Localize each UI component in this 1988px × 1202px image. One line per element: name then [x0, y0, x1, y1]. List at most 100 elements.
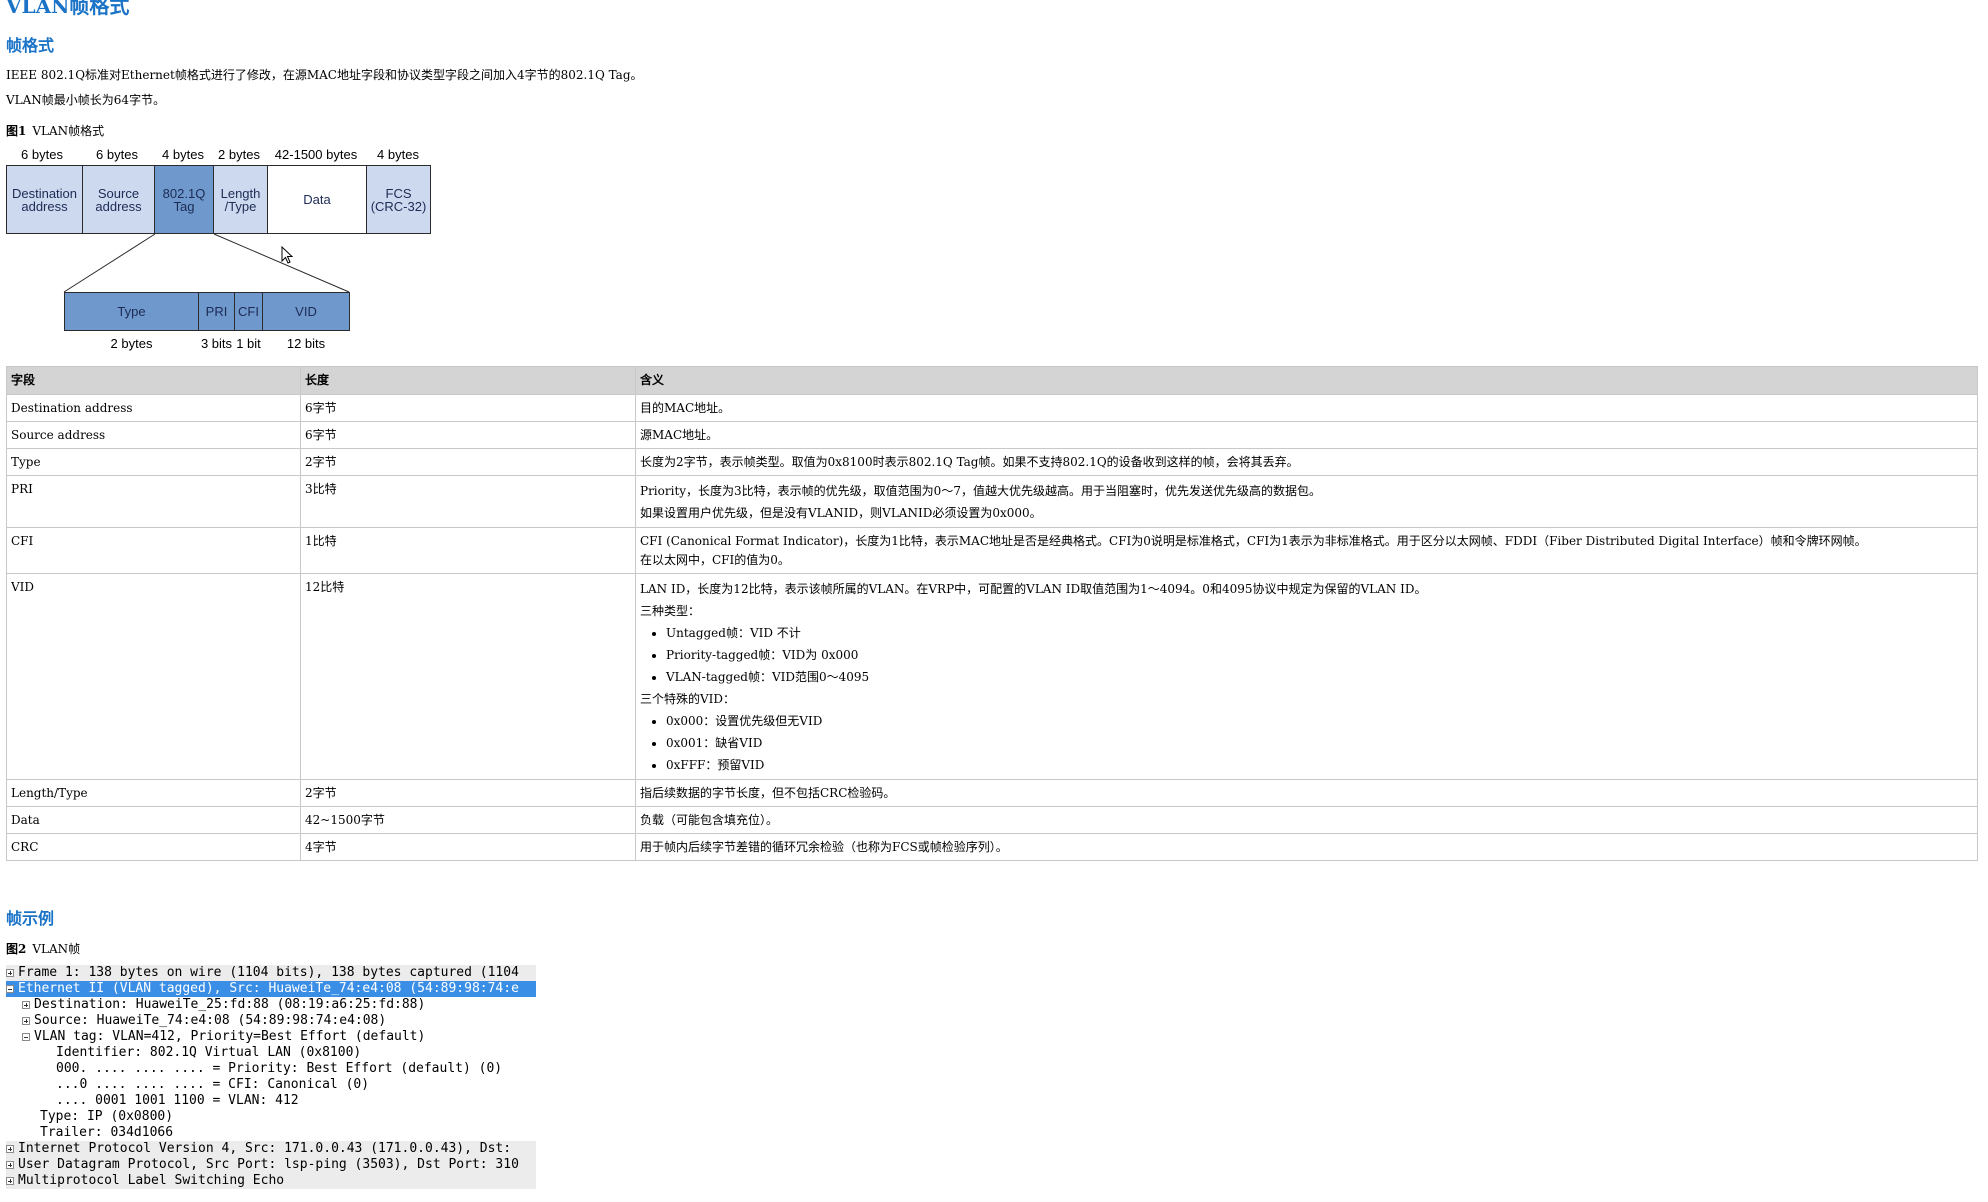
- tree-row-source[interactable]: Source: HuaweiTe_74:e4:08 (54:89:98:74:e…: [6, 1013, 536, 1029]
- figure-2-title: VLAN帧: [32, 942, 81, 956]
- tree-row-identifier[interactable]: Identifier: 802.1Q Virtual LAN (0x8100): [6, 1045, 536, 1061]
- cell-meaning: 指后续数据的字节长度，但不包括CRC检验码。: [635, 779, 1978, 807]
- cell-field: Data: [6, 806, 301, 834]
- tree-row-text: Destination: HuaweiTe_25:fd:88 (08:19:a6…: [34, 997, 426, 1012]
- table-row: Length/Type 2字节 指后续数据的字节长度，但不包括CRC检验码。: [6, 779, 1978, 807]
- cell-text: 指后续数据的字节长度，但不包括CRC检验码。: [640, 786, 896, 800]
- list-item: 0x001：缺省VID: [666, 732, 1972, 754]
- tree-row-ipv4[interactable]: Internet Protocol Version 4, Src: 171.0.…: [6, 1141, 536, 1157]
- table-row: Data 42~1500字节 负载（可能包含填充位）。: [6, 806, 1978, 834]
- tree-row-text: Source: HuaweiTe_74:e4:08 (54:89:98:74:e…: [34, 1013, 387, 1028]
- vid-types-list: Untagged帧：VID 不计 Priority-tagged帧：VID为 0…: [640, 622, 1972, 688]
- tree-row-text: VLAN tag: VLAN=412, Priority=Best Effort…: [34, 1029, 426, 1044]
- cell-meaning: CFI (Canonical Format Indicator)，长度为1比特，…: [635, 527, 1978, 574]
- tree-row-text: Internet Protocol Version 4, Src: 171.0.…: [18, 1141, 519, 1156]
- list-item: VLAN-tagged帧：VID范围0～4095: [666, 666, 1972, 688]
- figure-1-number: 图1: [6, 124, 27, 138]
- page-title: VLAN帧格式: [6, 0, 130, 18]
- intro-paragraph-1: IEEE 802.1Q标准对Ethernet帧格式进行了修改，在源MAC地址字段…: [6, 68, 643, 82]
- cell-text: CFI (Canonical Format Indicator)，长度为1比特，…: [640, 534, 1867, 548]
- cell-length: 2字节: [300, 448, 636, 476]
- cell-meaning: 长度为2字节，表示帧类型。取值为0x8100时表示802.1Q Tag帧。如果不…: [635, 448, 1978, 476]
- table-row: VID 12比特 LAN ID，长度为12比特，表示该帧所属的VLAN。在VRP…: [6, 573, 1978, 780]
- list-item: Untagged帧：VID 不计: [666, 622, 1972, 644]
- expand-plus-icon[interactable]: [6, 1176, 14, 1185]
- cell-field: CRC: [6, 833, 301, 861]
- vid-types-label: 三种类型：: [640, 604, 701, 618]
- tree-row-priority[interactable]: 000. .... .... .... = Priority: Best Eff…: [6, 1061, 536, 1077]
- table-row: Type 2字节 长度为2字节，表示帧类型。取值为0x8100时表示802.1Q…: [6, 448, 1978, 476]
- cell-field: Length/Type: [6, 779, 301, 807]
- table-row: Source address 6字节 源MAC地址。: [6, 421, 1978, 449]
- cell-text: LAN ID，长度为12比特，表示该帧所属的VLAN。在VRP中，可配置的VLA…: [640, 582, 1427, 596]
- cell-field: CFI: [6, 527, 301, 574]
- list-item: Priority-tagged帧：VID为 0x000: [666, 644, 1972, 666]
- cell-meaning: 负载（可能包含填充位）。: [635, 806, 1978, 834]
- tree-row-frame[interactable]: Frame 1: 138 bytes on wire (1104 bits), …: [6, 965, 536, 981]
- tag-field-pri: PRI: [198, 292, 235, 331]
- cell-meaning: 用于帧内后续字节差错的循环冗余检验（也称为FCS或帧检验序列）。: [635, 833, 1978, 861]
- tree-row-mpls-echo[interactable]: Multiprotocol Label Switching Echo: [6, 1173, 536, 1189]
- tree-row-trailer[interactable]: Trailer: 034d1066: [6, 1125, 536, 1141]
- tag-field-vid: VID: [262, 292, 350, 331]
- table-header-field: 字段: [6, 366, 301, 395]
- vid-special-list: 0x000：设置优先级但无VID 0x001：缺省VID 0xFFF：预留VID: [640, 710, 1972, 776]
- tree-row-text: Multiprotocol Label Switching Echo: [18, 1173, 285, 1188]
- cell-text: 用于帧内后续字节差错的循环冗余检验（也称为FCS或帧检验序列）。: [640, 840, 1008, 854]
- figure-1-caption: 图1 VLAN帧格式: [6, 122, 104, 139]
- expand-plus-icon[interactable]: [22, 1016, 30, 1025]
- cell-length: 42~1500字节: [300, 806, 636, 834]
- table-row: CRC 4字节 用于帧内后续字节差错的循环冗余检验（也称为FCS或帧检验序列）。: [6, 833, 1978, 861]
- table-row: CFI 1比特 CFI (Canonical Format Indicator)…: [6, 527, 1978, 574]
- cell-field: Destination address: [6, 394, 301, 422]
- cell-length: 4字节: [300, 833, 636, 861]
- list-item: 0xFFF：预留VID: [666, 754, 1972, 776]
- collapse-minus-icon[interactable]: [6, 984, 14, 993]
- table-header-row: 字段 长度 含义: [6, 366, 1978, 395]
- cell-length: 1比特: [300, 527, 636, 574]
- cell-field: Source address: [6, 421, 301, 449]
- cell-length: 3比特: [300, 475, 636, 528]
- tree-row-text: Frame 1: 138 bytes on wire (1104 bits), …: [18, 965, 519, 980]
- tree-row-type[interactable]: Type: IP (0x0800): [6, 1109, 536, 1125]
- table-row: Destination address 6字节 目的MAC地址。: [6, 394, 1978, 422]
- table-header-length: 长度: [300, 366, 636, 395]
- intro-paragraph-2: VLAN帧最小帧长为64字节。: [6, 93, 166, 107]
- cell-meaning: 目的MAC地址。: [635, 394, 1978, 422]
- tree-row-text: Ethernet II (VLAN tagged), Src: HuaweiTe…: [18, 981, 519, 996]
- cell-text: 如果设置用户优先级，但是没有VLANID，则VLANID必须设置为0x000。: [640, 506, 1042, 520]
- tag-field-type: Type: [64, 292, 199, 331]
- tree-row-vlan-id[interactable]: .... 0001 1001 1100 = VLAN: 412: [6, 1093, 536, 1109]
- vid-special-label: 三个特殊的VID：: [640, 692, 736, 706]
- tree-row-vlan-tag[interactable]: VLAN tag: VLAN=412, Priority=Best Effort…: [6, 1029, 536, 1045]
- cell-text: 长度为2字节，表示帧类型。取值为0x8100时表示802.1Q Tag帧。如果不…: [640, 455, 1299, 469]
- document-page: VLAN帧格式 帧格式 IEEE 802.1Q标准对Ethernet帧格式进行了…: [0, 0, 1988, 1202]
- section-heading-example: 帧示例: [6, 909, 55, 928]
- cell-length: 12比特: [300, 573, 636, 780]
- cell-meaning: Priority，长度为3比特，表示帧的优先级，取值范围为0～7，值越大优先级越…: [635, 475, 1978, 528]
- figure-1-title: VLAN帧格式: [32, 124, 105, 138]
- cell-text: 负载（可能包含填充位）。: [640, 813, 779, 827]
- tree-row-cfi[interactable]: ...0 .... .... .... = CFI: Canonical (0): [6, 1077, 536, 1093]
- expand-plus-icon[interactable]: [6, 1144, 14, 1153]
- tag-field-cfi: CFI: [234, 292, 263, 331]
- expand-plus-icon[interactable]: [6, 1160, 14, 1169]
- tree-row-destination[interactable]: Destination: HuaweiTe_25:fd:88 (08:19:a6…: [6, 997, 536, 1013]
- tree-row-udp[interactable]: User Datagram Protocol, Src Port: lsp-pi…: [6, 1157, 536, 1173]
- expand-plus-icon[interactable]: [6, 968, 14, 977]
- cell-meaning: LAN ID，长度为12比特，表示该帧所属的VLAN。在VRP中，可配置的VLA…: [635, 573, 1978, 780]
- field-description-table: 字段 长度 含义 Destination address 6字节 目的MAC地址…: [6, 366, 1978, 861]
- table-row: PRI 3比特 Priority，长度为3比特，表示帧的优先级，取值范围为0～7…: [6, 475, 1978, 528]
- tree-row-ethernet[interactable]: Ethernet II (VLAN tagged), Src: HuaweiTe…: [6, 981, 536, 997]
- table-header-meaning: 含义: [635, 366, 1978, 395]
- list-item: 0x000：设置优先级但无VID: [666, 710, 1972, 732]
- cell-meaning: 源MAC地址。: [635, 421, 1978, 449]
- size-label-type: 2 bytes: [110, 336, 153, 351]
- cell-length: 6字节: [300, 421, 636, 449]
- cell-length: 2字节: [300, 779, 636, 807]
- tree-row-text: User Datagram Protocol, Src Port: lsp-pi…: [18, 1157, 519, 1172]
- cell-length: 6字节: [300, 394, 636, 422]
- expand-plus-icon[interactable]: [22, 1000, 30, 1009]
- cell-field: Type: [6, 448, 301, 476]
- collapse-minus-icon[interactable]: [22, 1032, 30, 1041]
